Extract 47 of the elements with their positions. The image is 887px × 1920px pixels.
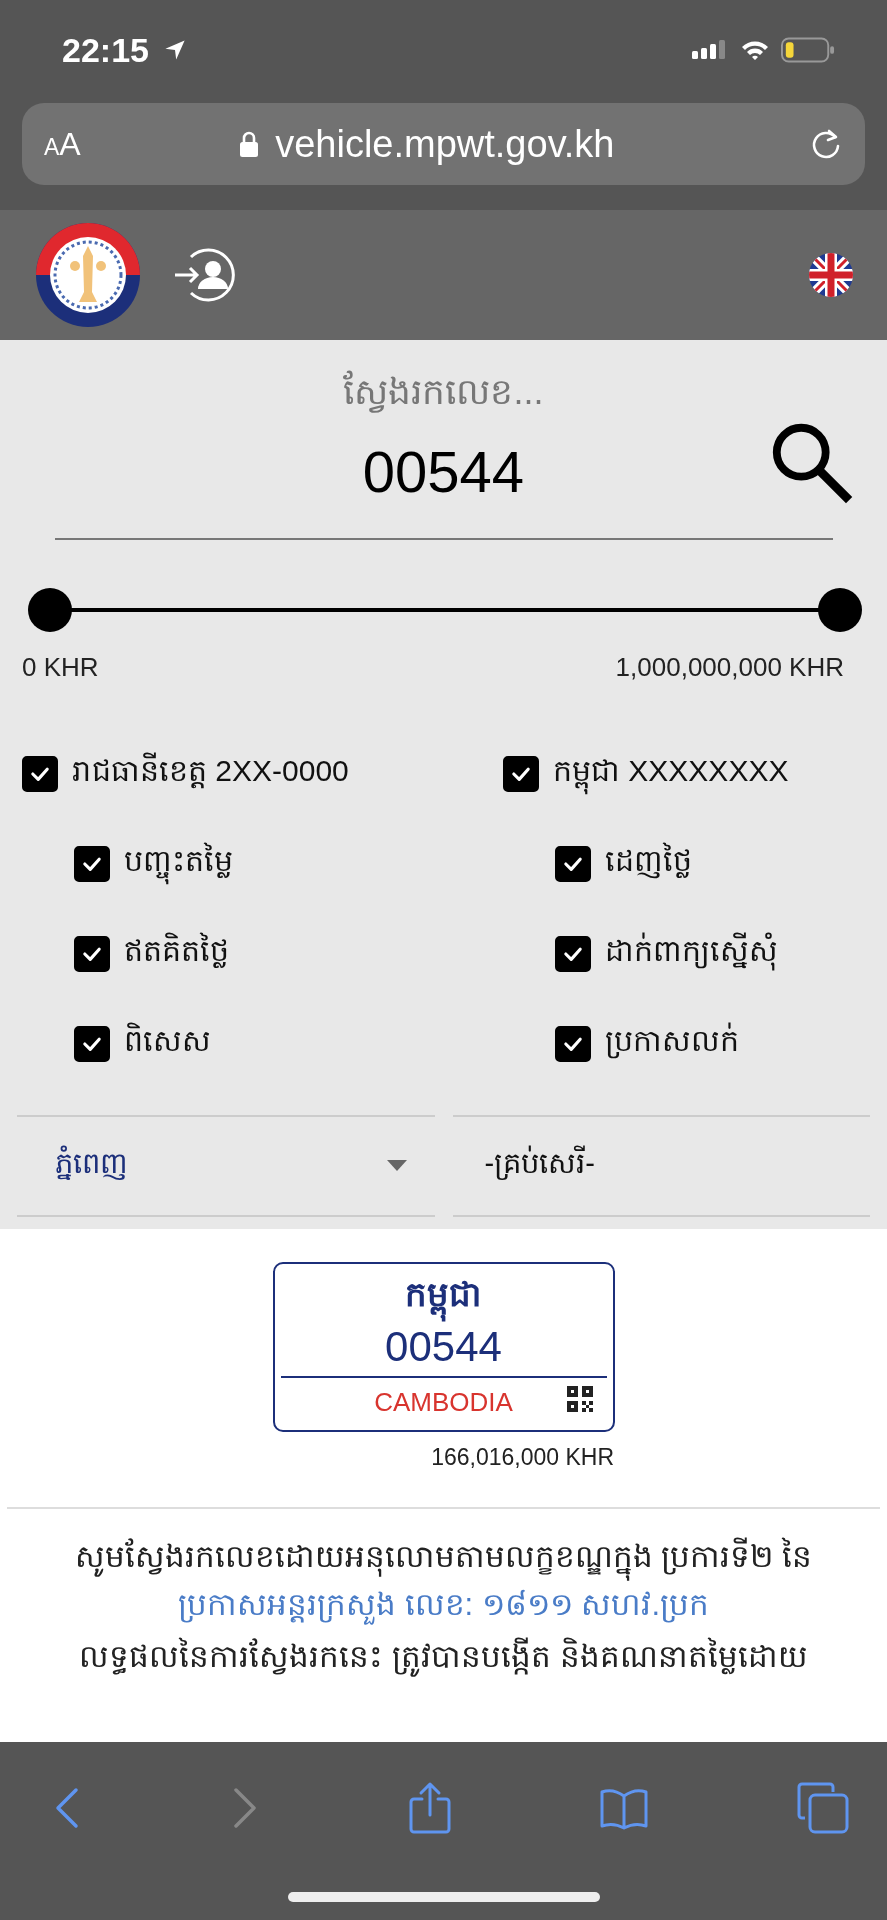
- checkbox[interactable]: [74, 846, 110, 882]
- checkbox[interactable]: [74, 936, 110, 972]
- checkbox-label: រាជធានីខេត្ត 2XX-0000: [72, 752, 349, 791]
- uk-flag-icon[interactable]: [809, 253, 853, 297]
- checkbox[interactable]: [22, 756, 58, 792]
- checkbox[interactable]: [503, 756, 539, 792]
- search-value: 00544: [362, 438, 525, 506]
- plate-price: 166,016,000 KHR: [431, 1444, 614, 1471]
- battery-icon: [781, 37, 835, 63]
- checkbox[interactable]: [555, 936, 591, 972]
- min-price-label: 0 KHR: [22, 652, 99, 683]
- series-field[interactable]: -គ្រប់សេរី-: [452, 1115, 870, 1217]
- bookmarks-button[interactable]: [599, 1786, 650, 1830]
- ministry-seal-logo[interactable]: [35, 222, 141, 328]
- field-label: ស្វែងរកលេខ...: [343, 369, 544, 415]
- checkbox-label: ដេញថ្លៃ: [605, 842, 692, 881]
- checkbox-label: ដាក់ពាក្យស្នើសុំ: [605, 932, 778, 976]
- address-bar[interactable]: AA vehicle.mpwt.gov.kh: [22, 103, 865, 185]
- qr-code-icon: [566, 1386, 593, 1412]
- checkbox-label: បញ្ចុះតម្លៃ: [124, 842, 233, 886]
- checkbox-label: ប្រកាសលក់: [605, 1022, 739, 1061]
- price-range-slider[interactable]: [28, 586, 862, 634]
- dropdown-caret-icon: [386, 1160, 407, 1172]
- plate-title: កម្ពុជា: [405, 1264, 482, 1324]
- slider-thumb[interactable]: [818, 588, 862, 632]
- tabs-button[interactable]: [797, 1782, 849, 1834]
- checkbox-label: ពិសេស: [124, 1022, 211, 1059]
- checkbox-label: កម្ពុជា XXXXXXXX: [553, 752, 789, 796]
- checkbox[interactable]: [555, 846, 591, 882]
- lock-icon: [239, 131, 260, 157]
- result-note: លទ្ធផលនៃការស្វែងរកនេះ ត្រូវបានបង្កើត និងគណនាតម្លៃដោយ: [20, 1633, 867, 1681]
- province-dropdown[interactable]: ភ្នំពេញ: [17, 1115, 435, 1217]
- checkbox-label: ឥតគិតថ្លៃ: [124, 932, 229, 970]
- search-field[interactable]: ស្វែងរកលេខ... 00544: [54, 360, 833, 540]
- text-size-button[interactable]: AA: [40, 125, 85, 163]
- checkbox[interactable]: [555, 1026, 591, 1062]
- share-button[interactable]: [407, 1781, 452, 1835]
- license-plate[interactable]: កម្ពុជា 00544 CAMBODIA: [272, 1262, 615, 1432]
- status-time: 22:15: [62, 30, 149, 70]
- plate-number: 00544: [385, 1324, 502, 1370]
- notice-text: សូមស្វែងរកលេខដោយអនុលោមតាមលក្ខខណ្ឌក្នុង ប្រការទី២ នៃ ប្រកាសអន្តរក្រសួង លេខ: ១៨១១ សហវ.ប្រក: [20, 1533, 867, 1629]
- url-text: vehicle.mpwt.gov.kh: [275, 122, 615, 166]
- checkbox[interactable]: [74, 1026, 110, 1062]
- plate-country: CAMBODIA: [374, 1386, 513, 1419]
- notice-link[interactable]: ប្រកាសអន្តរក្រសួង លេខ: ១៨១១ សហវ.ប្រក: [177, 1581, 710, 1629]
- slider-thumb[interactable]: [28, 588, 72, 632]
- max-price-label: 1,000,000,000 KHR: [615, 652, 844, 683]
